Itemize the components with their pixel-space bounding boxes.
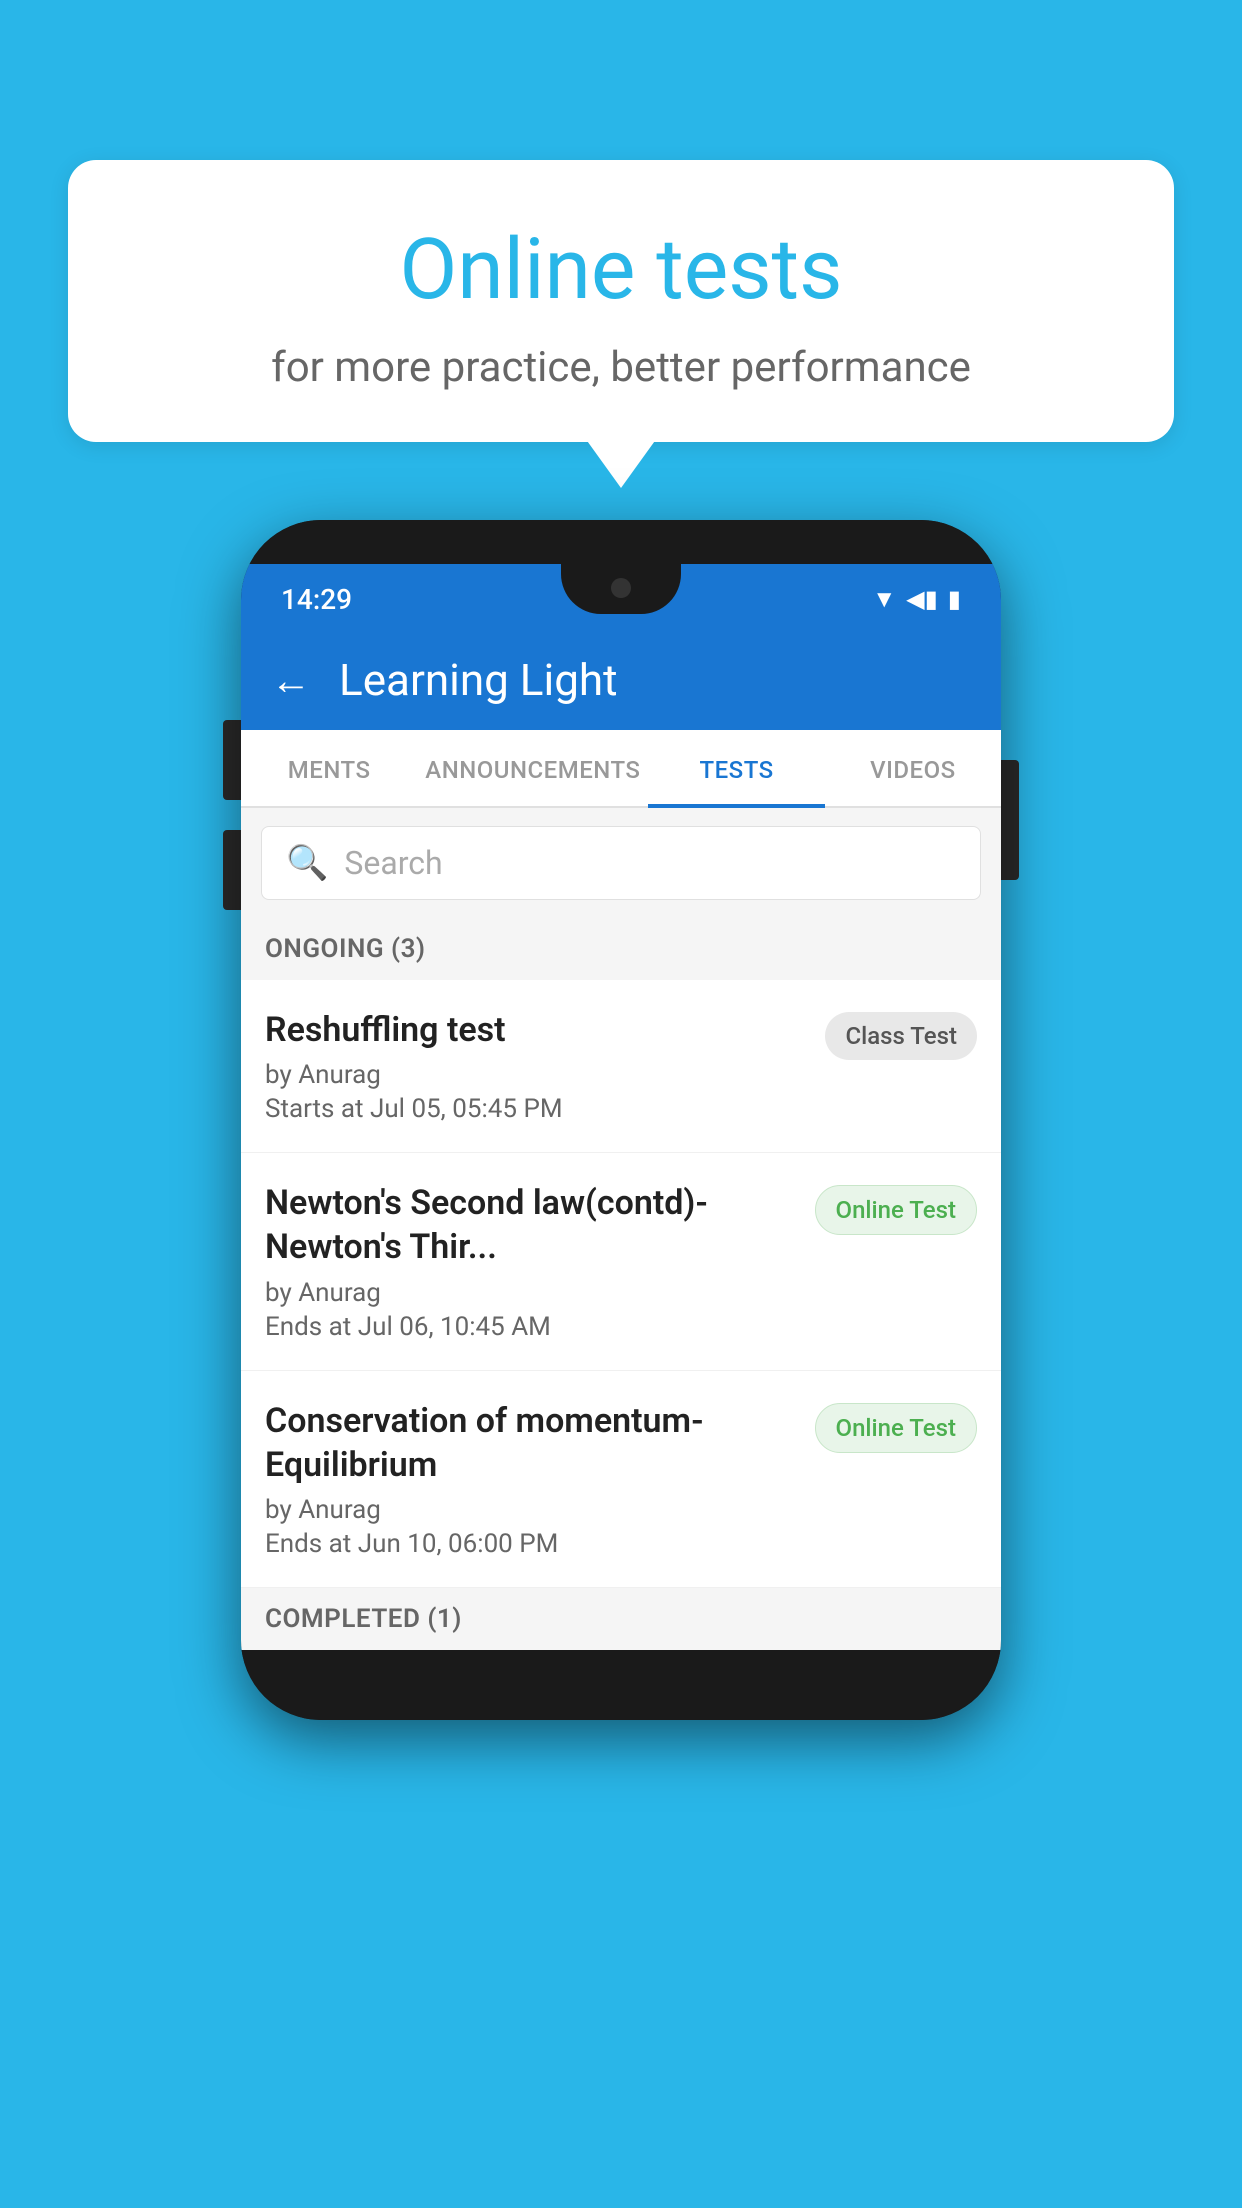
test-date-2: Ends at Jun 10, 06:00 PM	[265, 1529, 799, 1559]
test-badge-0: Class Test	[825, 1012, 977, 1060]
status-time: 14:29	[281, 583, 352, 616]
vol-up-button	[223, 720, 241, 800]
test-info-2: Conservation of momentum-Equilibrium by …	[265, 1399, 799, 1559]
tab-announcements[interactable]: ANNOUNCEMENTS	[417, 730, 648, 806]
tests-list: Reshuffling test by Anurag Starts at Jul…	[241, 980, 1001, 1588]
phone-top-bezel	[241, 520, 1001, 564]
back-button[interactable]: ←	[271, 657, 311, 704]
test-title-1: Newton's Second law(contd)-Newton's Thir…	[265, 1181, 799, 1269]
vol-down-button	[223, 830, 241, 910]
search-placeholder: Search	[344, 844, 442, 882]
status-icons: ▼ ◀▮ ▮	[872, 585, 961, 614]
tab-ments[interactable]: MENTS	[241, 730, 417, 806]
speech-bubble-title: Online tests	[118, 220, 1124, 319]
test-by-2: by Anurag	[265, 1495, 799, 1525]
status-bar: 14:29 ▼ ◀▮ ▮	[241, 564, 1001, 634]
test-date-0: Starts at Jul 05, 05:45 PM	[265, 1094, 809, 1124]
test-title-0: Reshuffling test	[265, 1008, 809, 1052]
power-button	[1001, 760, 1019, 880]
test-by-0: by Anurag	[265, 1060, 809, 1090]
test-by-1: by Anurag	[265, 1278, 799, 1308]
phone-notch	[561, 564, 681, 614]
test-info-1: Newton's Second law(contd)-Newton's Thir…	[265, 1181, 799, 1341]
speech-bubble-subtitle: for more practice, better performance	[118, 343, 1124, 392]
tab-videos[interactable]: VIDEOS	[825, 730, 1001, 806]
search-container: 🔍 Search	[241, 808, 1001, 918]
test-badge-1: Online Test	[815, 1185, 977, 1235]
test-item-0[interactable]: Reshuffling test by Anurag Starts at Jul…	[241, 980, 1001, 1153]
speech-bubble: Online tests for more practice, better p…	[68, 160, 1174, 442]
search-icon: 🔍	[286, 843, 328, 883]
phone-wrapper: 14:29 ▼ ◀▮ ▮ ← Learning Light MENTS	[241, 520, 1001, 1720]
app-header-title: Learning Light	[339, 654, 618, 706]
phone-frame: 14:29 ▼ ◀▮ ▮ ← Learning Light MENTS	[241, 520, 1001, 1720]
signal-icon: ◀▮	[906, 585, 938, 613]
tabs-bar: MENTS ANNOUNCEMENTS TESTS VIDEOS	[241, 730, 1001, 808]
section-completed-label: COMPLETED (1)	[241, 1588, 1001, 1650]
phone-bottom-bezel	[241, 1650, 1001, 1720]
test-badge-2: Online Test	[815, 1403, 977, 1453]
camera	[611, 578, 631, 598]
tab-tests[interactable]: TESTS	[648, 730, 824, 806]
phone-outer: 14:29 ▼ ◀▮ ▮ ← Learning Light MENTS	[241, 520, 1001, 1720]
section-ongoing-label: ONGOING (3)	[241, 918, 1001, 980]
test-date-1: Ends at Jul 06, 10:45 AM	[265, 1312, 799, 1342]
battery-icon: ▮	[948, 585, 961, 613]
test-item-2[interactable]: Conservation of momentum-Equilibrium by …	[241, 1371, 1001, 1588]
wifi-icon: ▼	[872, 585, 896, 614]
search-box[interactable]: 🔍 Search	[261, 826, 981, 900]
app-header: ← Learning Light	[241, 634, 1001, 730]
test-item-1[interactable]: Newton's Second law(contd)-Newton's Thir…	[241, 1153, 1001, 1370]
test-title-2: Conservation of momentum-Equilibrium	[265, 1399, 799, 1487]
test-info-0: Reshuffling test by Anurag Starts at Jul…	[265, 1008, 809, 1124]
